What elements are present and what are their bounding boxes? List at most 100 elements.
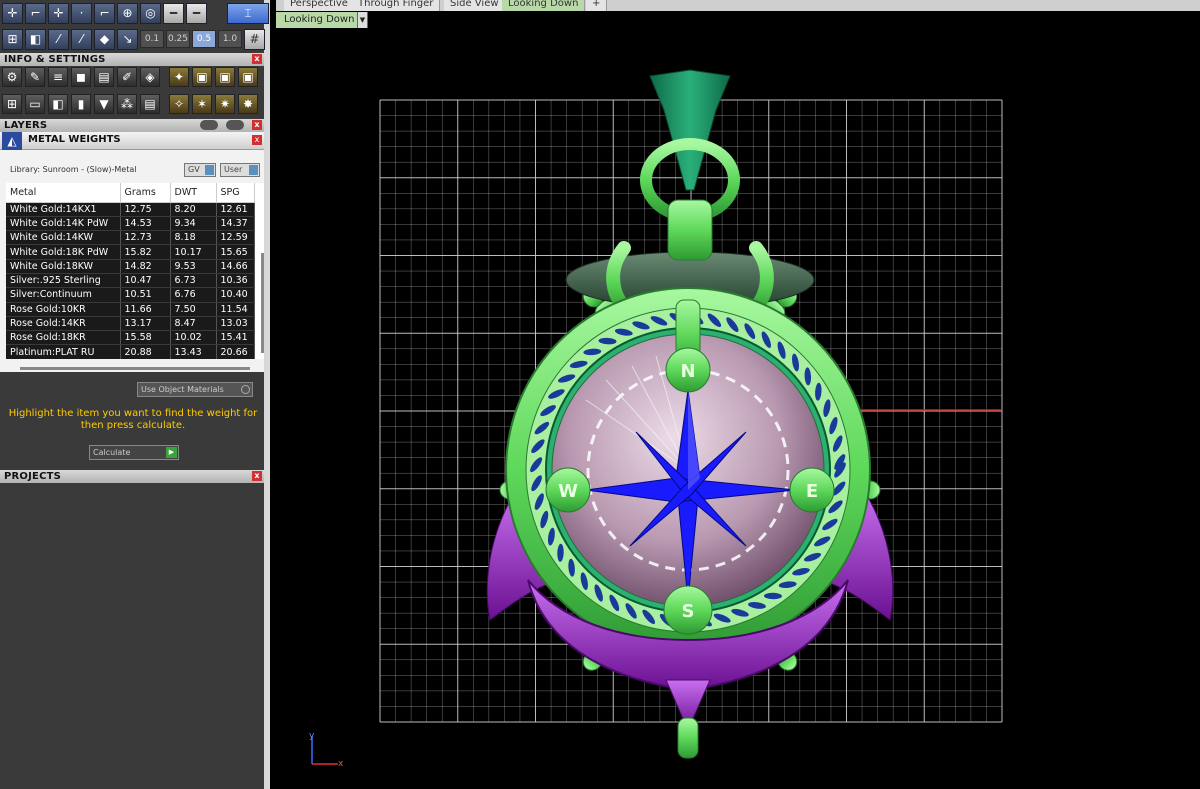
3d-scene[interactable]: N S W E y x: [276, 0, 1200, 789]
projects-header[interactable]: PROJECTS x: [0, 470, 264, 483]
table-cell: 15.65: [216, 244, 255, 260]
table-cell: 14.66: [216, 259, 255, 274]
settings-icon[interactable]: ⚙: [2, 67, 22, 87]
table-cell: 14.53: [120, 216, 171, 232]
table-cell: Rose Gold:18KR: [6, 330, 121, 346]
material-icon[interactable]: ◈: [140, 67, 160, 87]
close-icon[interactable]: x: [252, 135, 262, 145]
tool-button[interactable]: ━: [163, 2, 184, 24]
filter-icon[interactable]: ▼: [94, 94, 114, 114]
column-header[interactable]: SPG: [216, 183, 255, 203]
render-preview-icon[interactable]: ▣: [215, 67, 235, 87]
table-cell: White Gold:14KW: [6, 230, 121, 246]
tool-button[interactable]: ⊕: [117, 2, 138, 24]
vertical-scrollbar[interactable]: [261, 253, 264, 353]
layers-header[interactable]: LAYERS x: [0, 119, 264, 132]
column-header[interactable]: Metal: [6, 183, 121, 203]
render-window-icon[interactable]: ▣: [192, 67, 212, 87]
close-icon[interactable]: x: [252, 54, 262, 64]
table-row[interactable]: White Gold:18KW 14.82 9.53 14.66: [6, 259, 255, 274]
use-object-materials-select[interactable]: Use Object Materials: [137, 382, 253, 397]
metal-weights-table: Metal Grams DWT SPG White Gold:14KX1 12.75 8.…: [6, 183, 264, 359]
table-row[interactable]: Platinum:PLAT RU 20.88 13.43 20.66: [6, 344, 255, 359]
tool-button[interactable]: ✛: [2, 2, 23, 24]
tool-button[interactable]: ⌐: [25, 2, 46, 24]
eye-icon[interactable]: [226, 120, 244, 130]
edit-icon[interactable]: ✐: [117, 67, 137, 87]
tool-button[interactable]: ━: [186, 2, 207, 24]
viewport[interactable]: Perspective Through Finger Side View Lookin…: [276, 0, 1200, 789]
nodes-icon[interactable]: ⁂: [117, 94, 137, 114]
snap-toolbar: ⊞ ◧ ⁄ ⁄ ◆ ↘ 0.1 0.25 0.5 1.0 #: [0, 26, 265, 52]
tool-button[interactable]: ↘: [117, 28, 138, 50]
sparkle-icon[interactable]: ✧: [169, 94, 189, 114]
horizontal-scrollbar[interactable]: [20, 367, 250, 370]
snap-size-1-0[interactable]: 1.0: [218, 30, 242, 48]
table-cell: White Gold:18K PdW: [6, 244, 121, 260]
tool-button[interactable]: ✛: [48, 2, 69, 24]
table-row[interactable]: White Gold:14K PdW 14.53 9.34 14.37: [6, 216, 255, 232]
snap-size-0-5[interactable]: 0.5: [192, 30, 216, 48]
table-cell: White Gold:14KX1: [6, 202, 121, 217]
matrix-logo-icon: ◭: [2, 132, 22, 150]
tool-button[interactable]: ⁄: [71, 28, 92, 50]
table-row[interactable]: Rose Gold:10KR 11.66 7.50 11.54: [6, 302, 255, 317]
calculate-button[interactable]: Calculate ▶: [89, 445, 179, 460]
gv-toggle[interactable]: GV: [184, 163, 216, 177]
close-icon[interactable]: x: [252, 471, 262, 481]
tool-button[interactable]: ⁄: [48, 28, 69, 50]
burst-icon[interactable]: ✷: [215, 94, 235, 114]
tool-button[interactable]: ⊞: [2, 28, 23, 50]
left-panel: ✛ ⌐ ✛ · ⌐ ⊕ ◎ ━ ━ ⌶ ⊞ ◧ ⁄ ⁄ ◆ ↘ 0.1 0.25 0.5 1.0 # INFO & S…: [0, 0, 270, 789]
table-cell: 12.61: [216, 202, 255, 217]
table-row[interactable]: Silver:.925 Sterling 10.47 6.73 10.36: [6, 273, 255, 289]
table-cell: 20.88: [120, 344, 171, 359]
column-header[interactable]: DWT: [170, 183, 217, 203]
star-icon[interactable]: ✶: [192, 94, 212, 114]
list-icon[interactable]: ▤: [140, 94, 160, 114]
table-cell: 9.53: [170, 259, 217, 274]
gv-label: GV: [188, 165, 200, 174]
snap-size-0-25[interactable]: 0.25: [166, 30, 190, 48]
layers-stack-icon[interactable]: ≡: [48, 67, 68, 87]
table-cell: 10.02: [170, 330, 217, 346]
tool-button[interactable]: ◎: [140, 2, 161, 24]
table-cell: 8.18: [170, 230, 217, 246]
column-icon[interactable]: ▮: [71, 94, 91, 114]
table-row[interactable]: Rose Gold:14KR 13.17 8.47 13.03: [6, 316, 255, 332]
tool-button[interactable]: ⌐: [94, 2, 115, 24]
compass-letter-e: E: [806, 481, 818, 502]
table-row[interactable]: Rose Gold:18KR 15.58 10.02 15.41: [6, 330, 255, 346]
document-icon[interactable]: ▤: [94, 67, 114, 87]
box-icon[interactable]: ◧: [48, 94, 68, 114]
cube-icon[interactable]: ◼: [71, 67, 91, 87]
table-cell: 8.47: [170, 316, 217, 332]
tool-button[interactable]: ◧: [25, 28, 46, 50]
table-cell: 20.66: [216, 344, 255, 359]
eye-icon[interactable]: [200, 120, 218, 130]
table-cell: 13.17: [120, 316, 171, 332]
user-label: User: [224, 165, 243, 174]
snap-size-0-1[interactable]: 0.1: [140, 30, 164, 48]
select-tool-button[interactable]: ⌶: [227, 2, 269, 24]
wrench-icon[interactable]: ✎: [25, 67, 45, 87]
table-row[interactable]: White Gold:18K PdW 15.82 10.17 15.65: [6, 244, 255, 260]
close-icon[interactable]: x: [252, 120, 262, 130]
table-cell: 13.43: [170, 344, 217, 359]
render-export-icon[interactable]: ▣: [238, 67, 258, 87]
app-window: ✛ ⌐ ✛ · ⌐ ⊕ ◎ ━ ━ ⌶ ⊞ ◧ ⁄ ⁄ ◆ ↘ 0.1 0.25 0.5 1.0 # INFO & S…: [0, 0, 1200, 789]
table-row[interactable]: White Gold:14KX1 12.75 8.20 12.61: [6, 202, 255, 217]
grid-toggle-icon[interactable]: #: [244, 28, 265, 50]
grid-icon[interactable]: ⊞: [2, 94, 22, 114]
table-row[interactable]: Silver:Continuum 10.51 6.76 10.40: [6, 287, 255, 303]
table-row[interactable]: White Gold:14KW 12.73 8.18 12.59: [6, 230, 255, 246]
tool-button[interactable]: ·: [71, 2, 92, 24]
monitor-icon[interactable]: ▭: [25, 94, 45, 114]
render-icon[interactable]: ✦: [169, 67, 189, 87]
star-alt-icon[interactable]: ✸: [238, 94, 258, 114]
user-toggle[interactable]: User: [220, 163, 260, 177]
column-header[interactable]: Grams: [120, 183, 171, 203]
table-cell: 6.76: [170, 287, 217, 303]
tool-button[interactable]: ◆: [94, 28, 115, 50]
info-settings-header[interactable]: INFO & SETTINGS x: [0, 53, 264, 66]
